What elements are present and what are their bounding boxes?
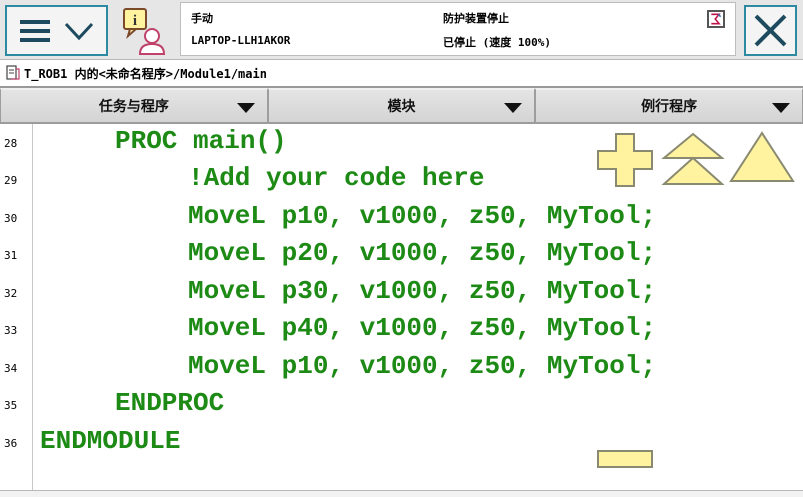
line-number: 34 bbox=[4, 362, 18, 375]
breadcrumb: T_ROB1 内的<未命名程序>/Module1/main bbox=[0, 60, 803, 88]
code-text: MoveL p20, v1000, z50, MyTool; bbox=[188, 238, 657, 268]
bottom-bar bbox=[0, 490, 803, 497]
status-icon bbox=[707, 10, 725, 28]
code-text: !Add your code here bbox=[188, 163, 485, 193]
page-up-icon[interactable] bbox=[660, 132, 726, 188]
code-line[interactable]: 31 MoveL p20, v1000, z50, MyTool; bbox=[0, 236, 760, 273]
dropdown-label: 例行程序 bbox=[641, 99, 698, 115]
line-number: 28 bbox=[4, 137, 18, 150]
svg-text:i: i bbox=[133, 13, 137, 29]
code-text: ENDPROC bbox=[115, 388, 225, 418]
code-line[interactable]: 34 MoveL p10, v1000, z50, MyTool; bbox=[0, 349, 760, 386]
close-button[interactable] bbox=[744, 5, 797, 56]
code-text: MoveL p10, v1000, z50, MyTool; bbox=[188, 351, 657, 381]
code-text: MoveL p30, v1000, z50, MyTool; bbox=[188, 276, 657, 306]
close-icon bbox=[754, 14, 787, 47]
top-icon[interactable] bbox=[728, 130, 796, 184]
line-number: 35 bbox=[4, 399, 18, 412]
dropdown-label: 任务与程序 bbox=[98, 99, 169, 115]
dropdown-arrow-icon bbox=[504, 103, 523, 113]
mode-text: 手动 bbox=[191, 12, 213, 25]
top-bar: i 手动 LAPTOP-LLH1AKOR 防护装置停止 已停止 (速度 100%… bbox=[0, 0, 803, 60]
code-text: MoveL p10, v1000, z50, MyTool; bbox=[188, 201, 657, 231]
code-line[interactable]: 33 MoveL p40, v1000, z50, MyTool; bbox=[0, 311, 760, 348]
line-number: 30 bbox=[4, 212, 18, 225]
dropdown-arrow-icon bbox=[772, 103, 791, 113]
line-number: 36 bbox=[4, 437, 18, 450]
task-program-dropdown[interactable]: 任务与程序 bbox=[0, 88, 268, 123]
status-panel[interactable]: 手动 LAPTOP-LLH1AKOR 防护装置停止 已停止 (速度 100%) bbox=[180, 2, 736, 56]
breadcrumb-path: T_ROB1 内的<未命名程序>/Module1/main bbox=[24, 66, 267, 81]
dropdown-label: 模块 bbox=[387, 99, 416, 115]
dropdown-arrow-icon bbox=[236, 103, 255, 113]
line-number: 32 bbox=[4, 287, 18, 300]
zoom-in-icon[interactable] bbox=[596, 132, 654, 188]
code-editor[interactable]: 28 PROC main() 29 !Add your code here 30… bbox=[0, 124, 803, 497]
code-text: MoveL p40, v1000, z50, MyTool; bbox=[188, 313, 657, 343]
routine-dropdown[interactable]: 例行程序 bbox=[535, 88, 803, 123]
line-number: 31 bbox=[4, 249, 18, 262]
chevron-down-icon bbox=[64, 22, 93, 40]
zoom-out-icon[interactable] bbox=[596, 448, 654, 470]
main-menu-button[interactable] bbox=[5, 5, 108, 56]
code-line[interactable]: 35 ENDPROC bbox=[0, 386, 760, 423]
selector-bar: 任务与程序 模块 例行程序 bbox=[0, 88, 803, 124]
code-text: PROC main() bbox=[115, 126, 287, 156]
line-number: 33 bbox=[4, 324, 18, 337]
system-name-text: LAPTOP-LLH1AKOR bbox=[191, 34, 291, 47]
code-line[interactable]: 32 MoveL p30, v1000, z50, MyTool; bbox=[0, 274, 760, 311]
state-text: 防护装置停止 bbox=[443, 12, 509, 25]
menu-icon bbox=[19, 19, 50, 42]
module-dropdown[interactable]: 模块 bbox=[267, 88, 536, 123]
code-line[interactable]: 30 MoveL p10, v1000, z50, MyTool; bbox=[0, 199, 760, 236]
line-number: 29 bbox=[4, 174, 18, 187]
code-text: ENDMODULE bbox=[40, 426, 181, 456]
robot-info-icon[interactable]: i bbox=[116, 6, 172, 56]
speed-status-text: 已停止 (速度 100%) bbox=[443, 36, 551, 49]
document-icon bbox=[6, 65, 20, 80]
